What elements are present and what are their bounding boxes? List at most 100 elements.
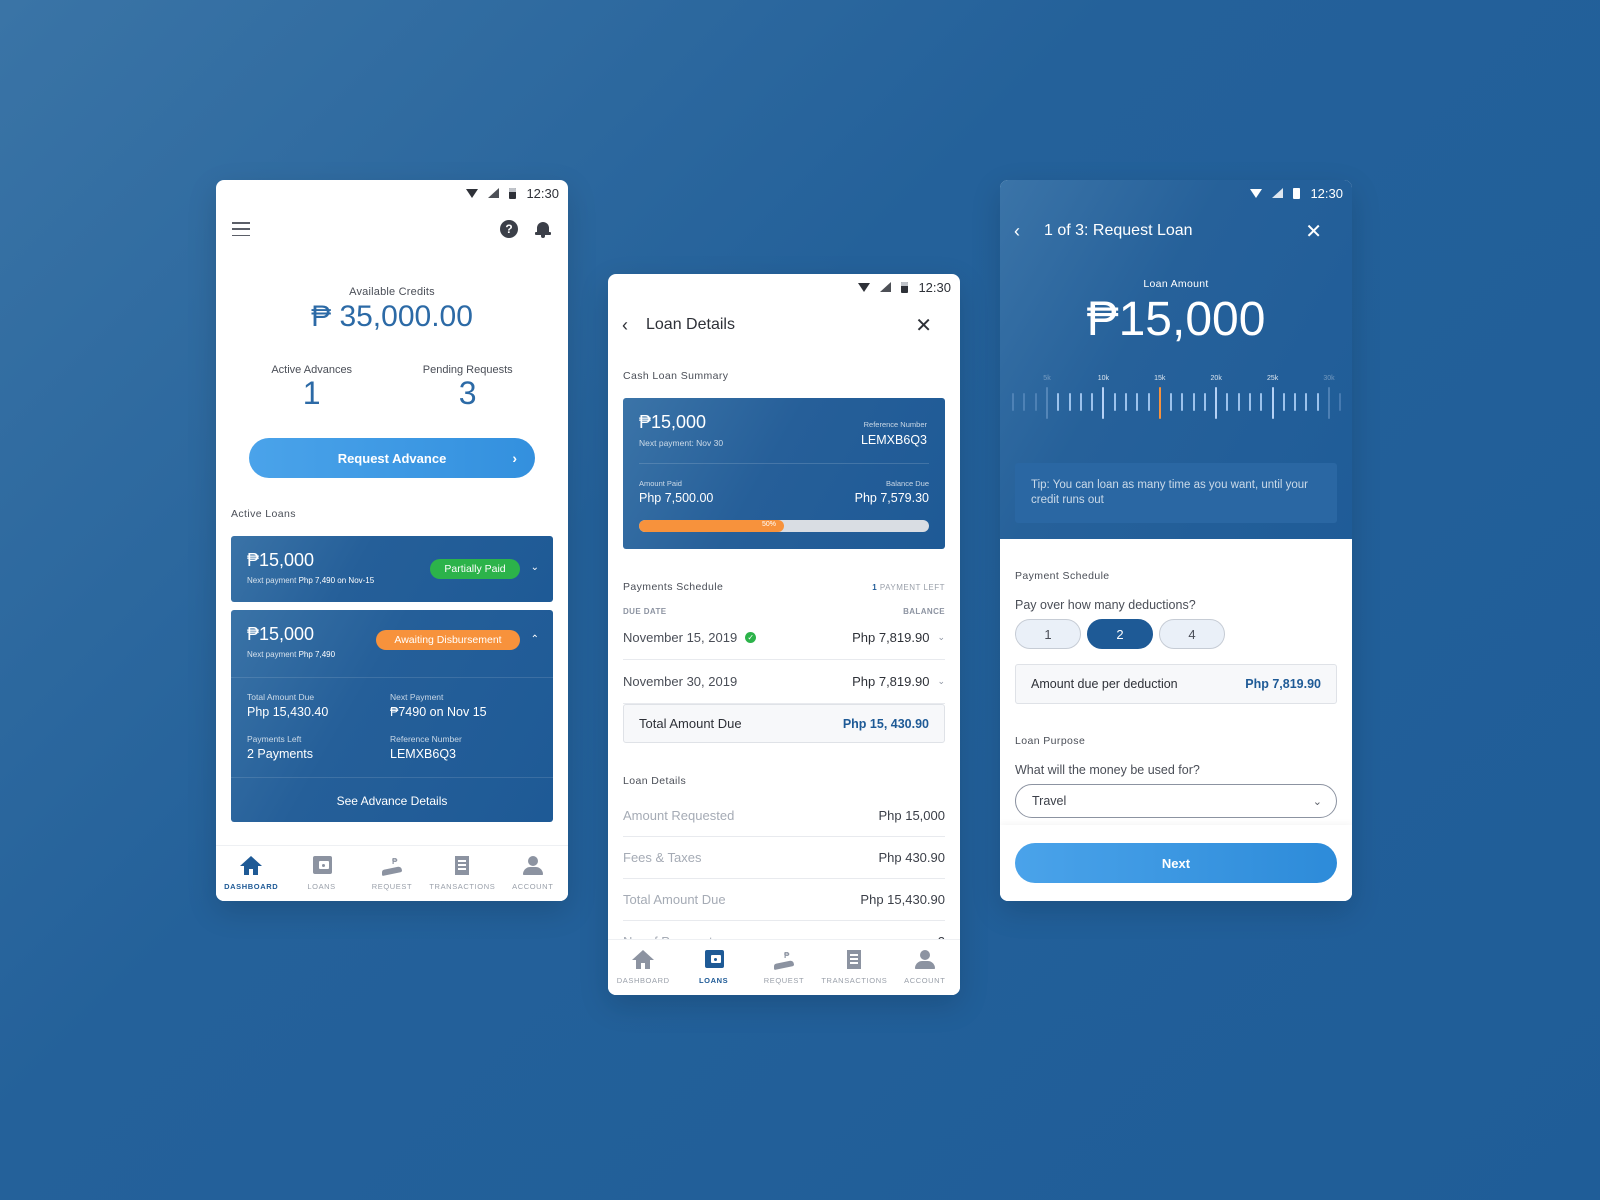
loan-purpose-select[interactable]: Travel ⌄ xyxy=(1015,784,1337,818)
slider-tick xyxy=(1294,393,1297,411)
loan-card[interactable]: ₱15,000 Next payment Php 7,490 Awaiting … xyxy=(231,610,553,822)
payments-schedule-heading: Payments Schedule xyxy=(623,581,724,593)
next-payment-prefix: Next payment xyxy=(247,576,297,585)
divider xyxy=(639,463,929,464)
next-button[interactable]: Next xyxy=(1015,843,1337,883)
total-amount-due-box: Total Amount Due Php 15, 430.90 xyxy=(623,704,945,743)
slider-tick xyxy=(1282,393,1285,411)
chevron-up-icon[interactable]: ⌃ xyxy=(531,634,539,645)
nav-transactions[interactable]: Transactions xyxy=(821,949,888,985)
slider-tick xyxy=(1249,393,1252,411)
back-icon[interactable]: ‹ xyxy=(1014,221,1036,242)
nav-dashboard[interactable]: Dashboard xyxy=(611,949,675,985)
close-icon[interactable]: ✕ xyxy=(915,313,932,338)
nav-account[interactable]: Account xyxy=(501,855,565,891)
slider-tick xyxy=(1215,387,1218,419)
next-payment-prefix: Next payment xyxy=(247,650,297,659)
deduction-option-1[interactable]: 1 xyxy=(1015,619,1081,649)
bottom-nav: Dashboard Loans ₱ Request Transactions A… xyxy=(608,939,960,995)
nav-dashboard[interactable]: Dashboard xyxy=(219,855,283,891)
loan-next-payment: Next payment Php 7,490 xyxy=(247,650,335,659)
slider-tick xyxy=(1091,393,1094,411)
chevron-right-icon: › xyxy=(512,450,517,466)
slider-tick xyxy=(1136,393,1139,411)
schedule-row[interactable]: November 30, 2019 Php 7,819.90 ⌄ xyxy=(623,660,945,704)
loan-amount-value: ₱15,000 xyxy=(1086,293,1266,346)
close-icon[interactable]: ✕ xyxy=(1305,219,1322,244)
nav-loans[interactable]: Loans xyxy=(290,855,354,891)
bottom-nav: Dashboard Loans ₱ Request Transactions A… xyxy=(216,845,568,901)
slider-tick xyxy=(1192,393,1195,411)
date-text: November 30, 2019 xyxy=(623,674,738,689)
top-bar: ‹ 1 of 3: Request Loan ✕ xyxy=(1000,206,1352,256)
request-advance-label: Request Advance xyxy=(337,450,447,466)
available-credits-amount: ₱ 35,000.00 xyxy=(311,300,473,333)
amount-per-deduction-value: Php 7,819.90 xyxy=(1245,677,1321,691)
nav-label: Account xyxy=(904,976,946,985)
page-title: Loan Details xyxy=(646,316,735,333)
schedule-row[interactable]: November 15, 2019 ✓ Php 7,819.90 ⌄ xyxy=(623,616,945,660)
status-time: 12:30 xyxy=(1310,185,1343,201)
nav-request[interactable]: ₱ Request xyxy=(752,949,816,985)
nav-loans[interactable]: Loans xyxy=(682,949,746,985)
request-form: Payment Schedule Pay over how many deduc… xyxy=(1000,539,1352,818)
footer: Next xyxy=(1000,825,1352,901)
help-icon[interactable]: ? xyxy=(500,220,518,238)
nav-label: Request xyxy=(763,976,805,985)
slider-tick xyxy=(1023,393,1026,411)
schedule-balance: Php 7,819.90 ⌄ xyxy=(852,630,945,645)
nav-transactions[interactable]: Transactions xyxy=(429,855,495,891)
loan-purpose-heading: Loan Purpose xyxy=(1015,735,1086,747)
loan-amount-label: Loan Amount xyxy=(1143,278,1209,290)
loan-details-screen: 12:30 ‹ Loan Details ✕ Cash Loan Summary… xyxy=(608,274,960,995)
slider-tick xyxy=(1034,393,1037,411)
request-advance-button[interactable]: Request Advance › xyxy=(249,438,535,478)
deduction-option-2[interactable]: 2 xyxy=(1087,619,1153,649)
deduction-options: 1 2 4 xyxy=(1015,619,1352,649)
loan-card[interactable]: ₱15,000 Next payment Php 7,490 on Nov-15… xyxy=(231,536,553,602)
loan-amount: ₱15,000 xyxy=(247,624,315,644)
bell-icon[interactable] xyxy=(534,220,552,238)
next-payment-value: Php 7,490 on Nov-15 xyxy=(298,576,375,585)
nav-account[interactable]: Account xyxy=(893,949,957,985)
deduction-option-4[interactable]: 4 xyxy=(1159,619,1225,649)
signal-icon xyxy=(1272,188,1284,198)
page-title: 1 of 3: Request Loan xyxy=(1044,222,1193,239)
receipt-icon xyxy=(842,949,866,971)
available-credits: Available Credits ₱ 35,000.00 xyxy=(216,286,568,334)
detail-row: Total Amount Due Php 15,430.90 xyxy=(623,879,945,921)
kv-value: Php 15,430.40 xyxy=(247,705,329,719)
loan-amount: ₱15,000 xyxy=(639,412,707,432)
reference-number-label: Reference Number xyxy=(863,420,927,429)
wifi-icon xyxy=(1250,188,1263,198)
status-bar: 12:30 xyxy=(216,180,568,206)
loan-summary-card: ₱15,000 Next payment: Nov 30 Reference N… xyxy=(623,398,945,549)
chevron-down-icon[interactable]: ⌄ xyxy=(937,632,945,643)
selected-purpose: Travel xyxy=(1032,794,1067,808)
menu-icon[interactable] xyxy=(232,222,250,236)
top-bar: ? xyxy=(216,206,568,252)
detail-value: Php 430.90 xyxy=(878,850,945,865)
detail-label: Total Amount Due xyxy=(623,892,726,907)
slider-tick-label: 5k xyxy=(1043,375,1051,382)
progress-fill: 50% xyxy=(639,520,784,532)
slider-tick xyxy=(1271,387,1274,419)
slider-tick xyxy=(1170,393,1173,411)
see-advance-details-link[interactable]: See Advance Details xyxy=(231,794,553,808)
nav-label: Transactions xyxy=(821,976,888,985)
payments-left-text: PAYMENT LEFT xyxy=(879,583,945,592)
nav-request[interactable]: ₱ Request xyxy=(360,855,424,891)
back-icon[interactable]: ‹ xyxy=(622,315,644,336)
slider-tick-label: 10k xyxy=(1097,375,1110,382)
divider xyxy=(231,677,553,678)
chevron-down-icon[interactable]: ⌄ xyxy=(937,676,945,687)
reference-number: Reference Number LEMXB6Q3 xyxy=(390,734,462,761)
battery-icon xyxy=(509,187,517,199)
chevron-down-icon[interactable]: ⌄ xyxy=(531,562,539,573)
amount-paid: Php 7,500.00 xyxy=(639,491,714,505)
total-due-value: Php 15, 430.90 xyxy=(842,716,929,731)
nav-label: Loans xyxy=(307,882,336,891)
payments-left-count: 1 xyxy=(872,583,878,592)
reference-number: LEMXB6Q3 xyxy=(860,433,927,447)
loan-amount-slider[interactable]: 5k 10k 15k 20k 25k 30k xyxy=(1012,375,1342,425)
